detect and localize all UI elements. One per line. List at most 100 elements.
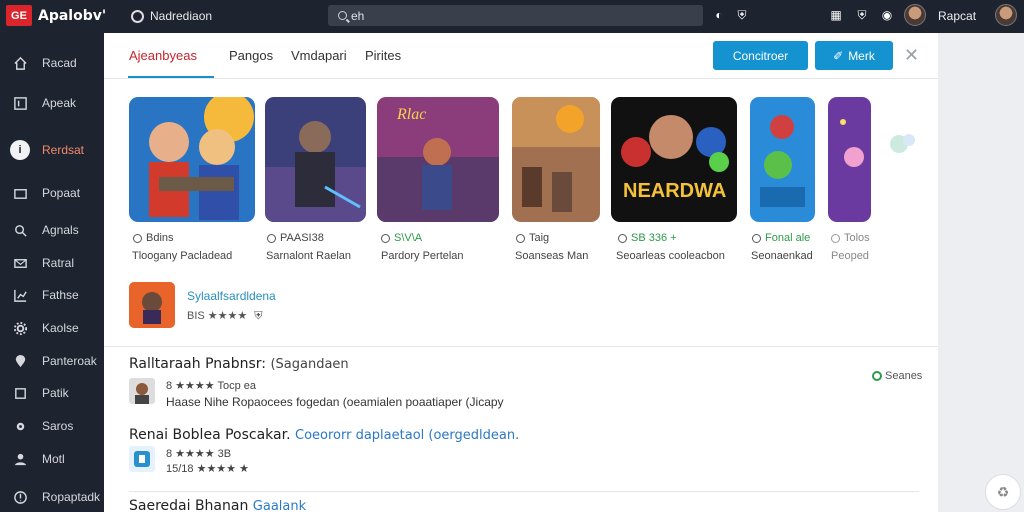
tab-pangos[interactable]: Pangos bbox=[229, 48, 273, 63]
game-card-image[interactable] bbox=[750, 97, 815, 222]
tab-vmdapari[interactable]: Vmdapari bbox=[291, 48, 347, 63]
game-card-image[interactable] bbox=[265, 97, 366, 222]
shield-icon: ⛨ bbox=[254, 310, 263, 322]
heart-icon[interactable] bbox=[516, 233, 525, 243]
heart-icon[interactable] bbox=[831, 233, 840, 243]
tab-bar: Ajeanbyeas Pangos Vmdapari Pirites Conci… bbox=[104, 33, 938, 79]
top-bar: GE Apalobv' Nadrediaon ◐ ⛨ ▦ ⛨ ◉ Rapcat bbox=[0, 0, 1024, 33]
divider bbox=[104, 346, 938, 347]
sidebar: Racad Apeak i Rerdsat Popaat Agnals Ratr… bbox=[0, 33, 104, 512]
sidebar-item-label: Agnals bbox=[42, 223, 79, 237]
status-text: Nadrediaon bbox=[150, 9, 213, 23]
user-name[interactable]: Rapcat bbox=[938, 9, 976, 23]
primary-button[interactable]: Concitroer bbox=[713, 41, 808, 70]
settings-icon bbox=[12, 418, 28, 434]
game-art-3-icon: Rlac bbox=[377, 97, 499, 222]
sidebar-item-label: Popaat bbox=[42, 186, 81, 200]
game-card-image[interactable] bbox=[129, 97, 255, 222]
sidebar-item-label: Panteroak bbox=[42, 354, 97, 368]
game-rating: Taig bbox=[516, 232, 549, 244]
sidebar-item-location[interactable]: Panteroak bbox=[0, 349, 104, 373]
decorative-sparkle-icon bbox=[879, 128, 921, 160]
search-input[interactable] bbox=[351, 8, 681, 23]
tab-underline bbox=[128, 76, 214, 78]
game-card-image[interactable]: NEARDWA bbox=[611, 97, 737, 222]
sidebar-item-label: Kaolse bbox=[42, 321, 79, 335]
profile-avatar[interactable] bbox=[995, 4, 1017, 26]
sidebar-item-label: Patik bbox=[42, 386, 69, 400]
square-icon bbox=[12, 385, 28, 401]
sidebar-item-label: Fathse bbox=[42, 288, 79, 302]
game-art-4-icon bbox=[512, 97, 600, 222]
grid-icon[interactable]: ▦ bbox=[829, 8, 843, 22]
featured-app-name[interactable]: Sylaalfsardldena bbox=[187, 289, 276, 303]
sidebar-item-square[interactable]: Patik bbox=[0, 381, 104, 405]
section-title: Ralltaraah Pnabnsr: (Sagandaen bbox=[129, 356, 349, 372]
sidebar-item-label: Apeak bbox=[42, 96, 77, 110]
game-card-image[interactable] bbox=[512, 97, 600, 222]
mail-icon bbox=[12, 255, 28, 271]
status-dot-icon bbox=[872, 371, 882, 381]
sidebar-item-label: Ropaptadk bbox=[42, 490, 101, 504]
shield-icon[interactable]: ⛨ bbox=[735, 8, 749, 22]
game-subtitle: Pardory Pertelan bbox=[381, 250, 464, 262]
sidebar-item-search[interactable]: Agnals bbox=[0, 218, 104, 242]
status-indicator[interactable]: Nadrediaon bbox=[131, 9, 212, 23]
sidebar-item-help[interactable]: Ropaptadk bbox=[0, 485, 104, 509]
reviewer-avatar[interactable] bbox=[129, 378, 155, 404]
app-rating: 8 ★★★★ 3B bbox=[166, 448, 232, 460]
game-card-image[interactable] bbox=[828, 97, 871, 222]
app-icon[interactable] bbox=[129, 446, 155, 472]
sidebar-item-active[interactable]: i Rerdsat bbox=[0, 138, 104, 162]
bell-icon[interactable]: ◉ bbox=[880, 8, 894, 22]
folder-icon bbox=[12, 185, 28, 201]
tab-active[interactable]: Ajeanbyeas bbox=[129, 48, 197, 63]
sidebar-item-settings[interactable]: Saros bbox=[0, 414, 104, 438]
game-rating: PAASI38 bbox=[267, 232, 324, 244]
game-rating: Tolos bbox=[831, 232, 870, 244]
sidebar-item-chart[interactable]: Fathse bbox=[0, 283, 104, 307]
edit-icon: ✐ bbox=[833, 48, 844, 63]
game-rating: SB 336 + bbox=[618, 232, 677, 244]
app-logo[interactable]: GE bbox=[6, 5, 32, 26]
merk-button[interactable]: ✐ Merk bbox=[815, 41, 893, 70]
shield-outline-icon[interactable]: ⛨ bbox=[855, 8, 869, 22]
game-art-6-icon bbox=[750, 97, 815, 222]
section-link[interactable]: Gaalank bbox=[253, 499, 306, 512]
sidebar-item-folder[interactable]: Popaat bbox=[0, 181, 104, 205]
heart-icon[interactable] bbox=[752, 233, 761, 243]
featured-app-icon[interactable] bbox=[129, 282, 175, 328]
search-icon bbox=[12, 222, 28, 238]
divider bbox=[129, 491, 919, 492]
game-card-image[interactable]: Rlac bbox=[377, 97, 499, 222]
heart-icon[interactable] bbox=[381, 233, 390, 243]
section-title: Renai Boblea Poscakar. Coeororr daplaeta… bbox=[129, 427, 520, 443]
game-rating: Fonal ale bbox=[752, 232, 810, 244]
review-text: Haase Nihe Ropaocees fogedan (oeamialen … bbox=[166, 395, 504, 409]
tab-pirites[interactable]: Pirites bbox=[365, 48, 401, 63]
heart-icon[interactable] bbox=[267, 233, 276, 243]
see-all-link[interactable]: Seanes bbox=[872, 370, 922, 382]
refresh-icon: ♻ bbox=[996, 483, 1010, 500]
game-subtitle: Soanseas Man bbox=[515, 250, 589, 262]
game-subtitle: Peoped bbox=[831, 250, 869, 262]
floating-action-button[interactable]: ♻ bbox=[985, 474, 1021, 510]
sidebar-item-label: Saros bbox=[42, 419, 74, 433]
sidebar-item-apps[interactable]: Apeak bbox=[0, 91, 104, 115]
search-bar[interactable] bbox=[328, 5, 703, 26]
home-icon bbox=[12, 55, 28, 71]
sidebar-item-gear[interactable]: Kaolse bbox=[0, 316, 104, 340]
chart-icon bbox=[12, 287, 28, 303]
heart-icon[interactable] bbox=[618, 233, 627, 243]
sidebar-item-user[interactable]: Motl bbox=[0, 447, 104, 471]
right-gutter bbox=[938, 33, 1024, 512]
moon-icon[interactable]: ◐ bbox=[712, 8, 726, 22]
avatar[interactable] bbox=[904, 4, 926, 26]
sidebar-item-mail[interactable]: Ratral bbox=[0, 251, 104, 275]
sidebar-item-home[interactable]: Racad bbox=[0, 51, 104, 75]
close-icon[interactable]: ✕ bbox=[904, 45, 919, 66]
game-art-5-icon: NEARDWA bbox=[611, 97, 737, 222]
game-subtitle: Tloogany Pacladead bbox=[132, 250, 233, 262]
section-link[interactable]: Coeororr daplaetaol (oergedldean. bbox=[295, 428, 519, 443]
heart-icon[interactable] bbox=[133, 233, 142, 243]
